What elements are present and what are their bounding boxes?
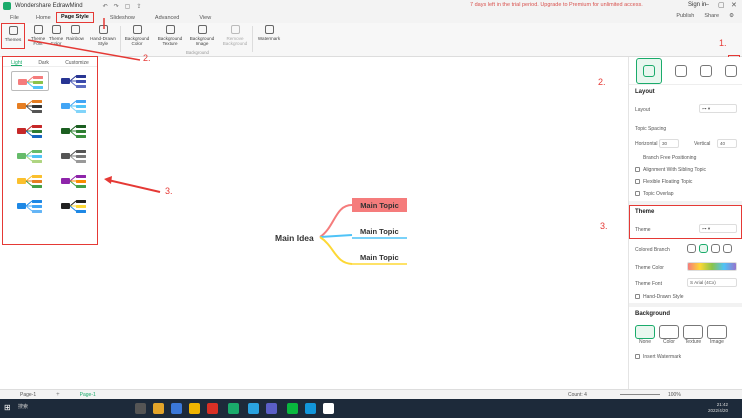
bg-texture-label: Texture [684, 339, 702, 345]
bg-texture-option[interactable]: Texture [683, 325, 703, 345]
horizontal-spacing-input[interactable]: 30 [659, 139, 679, 148]
horizontal-label: Horizontal [635, 141, 658, 147]
hand-drawn-checkbox[interactable] [635, 294, 640, 299]
layout-select[interactable]: ⊶ ▾ [699, 104, 737, 113]
bg-none-label: None [639, 339, 651, 345]
theme-font-label: Theme Font [635, 281, 662, 287]
branch-option-icon[interactable] [723, 244, 732, 253]
color-bucket-icon [659, 325, 679, 339]
bg-color-label: Color [663, 339, 675, 345]
edrawmind-taskbar-icon[interactable] [228, 403, 239, 414]
alignment-label: Alignment With Sibling Topic [643, 167, 706, 173]
bg-color-option[interactable]: Color [659, 325, 679, 345]
right-sidebar: Layout Layout ⊶ ▾ Topic Spacing Horizont… [628, 57, 742, 389]
topic-spacing-label: Topic Spacing [635, 126, 667, 132]
status-bar: Page-1 + Page-1 Count: 4 100% [0, 389, 742, 399]
flexible-floating-label: Flexible Floating Topic [643, 179, 693, 185]
app-icon[interactable] [323, 403, 334, 414]
branch-option-icon[interactable] [699, 244, 708, 253]
app-icon[interactable] [266, 403, 277, 414]
wechat-icon[interactable] [287, 403, 298, 414]
sidebar-tabs [629, 57, 742, 85]
zoom-slider[interactable] [620, 394, 660, 395]
sidebar-divider [629, 303, 742, 307]
theme-heading: Theme [635, 209, 655, 215]
insert-watermark-label: Insert Watermark [643, 354, 682, 360]
colored-branch-options [687, 244, 732, 253]
format-icon [642, 64, 655, 77]
texture-icon [683, 325, 703, 339]
background-options: None Color Texture Image [635, 325, 727, 345]
app-icon[interactable] [207, 403, 218, 414]
vertical-spacing-input[interactable]: 40 [717, 139, 737, 148]
branch-option-icon[interactable] [711, 244, 720, 253]
app-icon[interactable] [305, 403, 316, 414]
theme-color-label: Theme Color [635, 265, 664, 271]
edge-icon[interactable] [171, 403, 182, 414]
page-tab-dropdown[interactable]: Page-1 [20, 392, 36, 398]
flexible-floating-checkbox[interactable] [635, 179, 640, 184]
vertical-label: Vertical [694, 141, 711, 147]
hand-drawn-label: Hand-Drawn Style [643, 294, 684, 300]
page-format-tab[interactable] [635, 57, 662, 84]
count-label: Count: 4 [568, 391, 587, 398]
theme-font-select[interactable]: S Arial (4Cx) [687, 278, 737, 287]
background-heading: Background [635, 311, 671, 317]
arrow-head [104, 176, 112, 184]
system-clock[interactable]: 21:42 2022/4/20 [708, 402, 728, 414]
layout-label: Layout [635, 107, 651, 113]
theme-color-select[interactable] [687, 262, 737, 271]
shield-icon[interactable] [699, 64, 712, 77]
bg-image-label: Image [710, 339, 724, 345]
zoom-level[interactable]: 100% [668, 392, 681, 398]
topic-overlap-label: Topic Overlap [643, 191, 674, 197]
taskbar-search[interactable]: 搜索 [18, 403, 28, 410]
style-icon[interactable] [674, 64, 687, 77]
insert-watermark-checkbox[interactable] [635, 354, 640, 359]
theme-label: Theme [635, 227, 651, 233]
add-page-icon[interactable]: + [56, 392, 60, 398]
folder-icon[interactable] [189, 403, 200, 414]
alignment-checkbox[interactable] [635, 167, 640, 172]
gear-icon[interactable] [724, 64, 737, 77]
layout-heading: Layout [635, 89, 655, 95]
topic-overlap-checkbox[interactable] [635, 191, 640, 196]
branch-option-icon[interactable] [687, 244, 696, 253]
image-icon [707, 325, 727, 339]
bg-none-option[interactable]: None [635, 325, 655, 345]
clock-date: 2022/4/20 [707, 408, 728, 413]
page-tab-active[interactable]: Page-1 [80, 392, 96, 398]
chrome-icon[interactable] [153, 403, 164, 414]
branch-free-label: Branch Free Positioning [643, 155, 697, 161]
bg-image-option[interactable]: Image [707, 325, 727, 345]
taskview-icon[interactable] [135, 403, 146, 414]
no-background-icon [635, 325, 655, 339]
colored-branch-label: Colored Branch [635, 247, 670, 253]
start-icon[interactable]: ⊞ [4, 403, 11, 412]
theme-select[interactable]: ⊶ ▾ [699, 224, 737, 233]
arrow-to-themes [27, 39, 141, 61]
os-taskbar: ⊞ 搜索 21:42 2022/4/20 [0, 399, 742, 418]
arrow-to-gallery [107, 179, 161, 193]
telegram-icon[interactable] [248, 403, 259, 414]
